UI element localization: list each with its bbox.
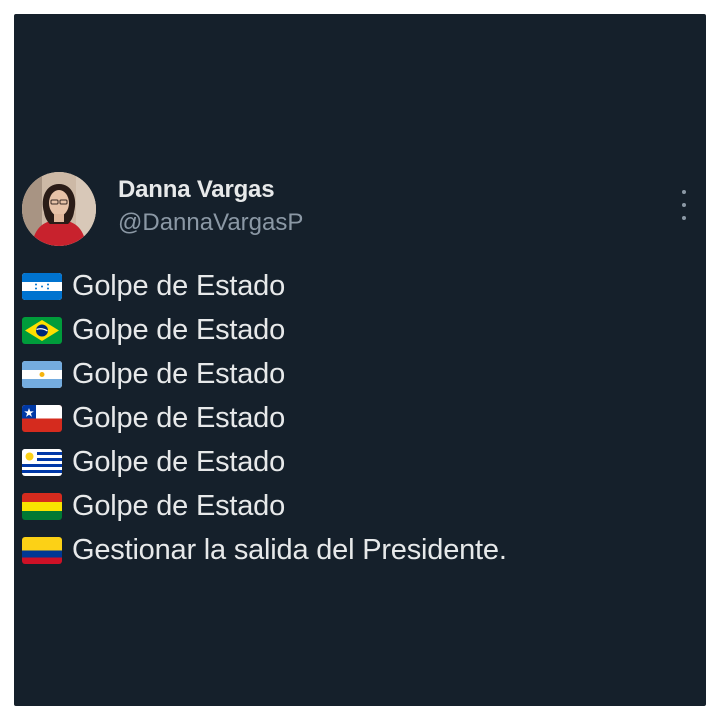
tweet-line-text: Golpe de Estado [72, 489, 286, 522]
bolivia-flag-icon [22, 492, 62, 520]
more-vertical-icon[interactable] [672, 190, 696, 220]
colombia-flag-icon [22, 536, 62, 564]
uruguay-flag-icon [22, 448, 62, 476]
tweet-line-text: Golpe de Estado [72, 445, 286, 478]
profile-photo [22, 172, 96, 246]
tweet-line: Golpe de Estado [22, 264, 692, 308]
tweet-line-text: Golpe de Estado [72, 357, 286, 390]
menu-dot [682, 216, 686, 220]
avatar[interactable] [22, 172, 96, 246]
tweet-body: Golpe de Estado Golpe de Estado Golpe de… [22, 264, 692, 572]
menu-dot [682, 190, 686, 194]
tweet-line: Golpe de Estado [22, 484, 692, 528]
tweet-line: Golpe de Estado [22, 396, 692, 440]
chile-flag-icon [22, 404, 62, 432]
tweet-line-text: Gestionar la salida del Presidente. [72, 533, 507, 566]
author-name[interactable]: Danna Vargas [118, 176, 275, 204]
honduras-flag-icon [22, 272, 62, 300]
argentina-flag-icon [22, 360, 62, 388]
tweet-line: Golpe de Estado [22, 440, 692, 484]
tweet-card: Danna Vargas @DannaVargasP Golpe de Esta… [14, 14, 706, 706]
author-handle[interactable]: @DannaVargasP [118, 209, 303, 237]
menu-dot [682, 203, 686, 207]
tweet-line: Golpe de Estado [22, 308, 692, 352]
tweet-line: Golpe de Estado [22, 352, 692, 396]
tweet-line-text: Golpe de Estado [72, 269, 286, 302]
tweet-line-text: Golpe de Estado [72, 401, 286, 434]
tweet-line-text: Golpe de Estado [72, 313, 286, 346]
brazil-flag-icon [22, 316, 62, 344]
tweet-line: Gestionar la salida del Presidente. [22, 528, 692, 572]
